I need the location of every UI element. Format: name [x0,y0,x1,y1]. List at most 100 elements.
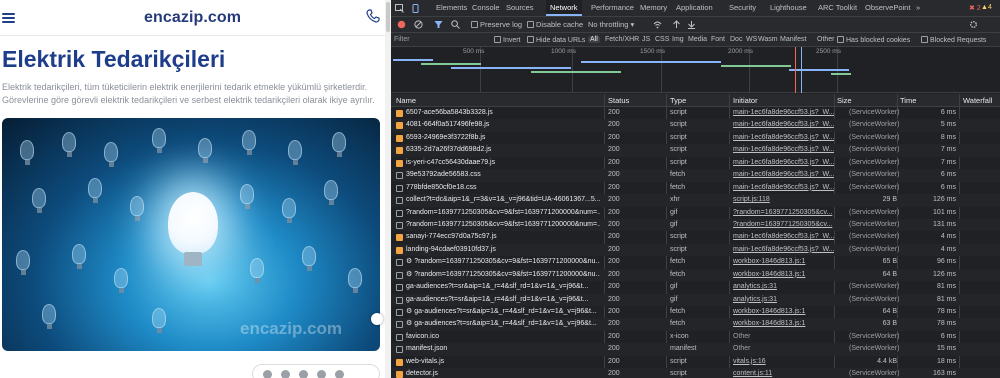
request-initiator[interactable]: main-1ec6fa8de96ccf53.js?_W... [733,244,834,256]
request-initiator[interactable]: script.js:118 [733,194,834,206]
request-name[interactable]: 6507-ace56ba5843b3328.js [406,107,600,119]
tab-memory[interactable]: Memory [640,0,667,16]
request-row[interactable]: 6335-2d7a26f37dd698d2.js 200 script main-1e… [391,144,1000,157]
request-name[interactable]: is-yeri-c47cc56430daae79.js [406,157,600,169]
throttling-select[interactable]: No throttling ▾ [588,20,634,29]
request-name[interactable]: ?random=1639771250305&cv=9&fst=163977120… [406,219,600,231]
request-row[interactable]: 6507-ace56ba5843b3328.js 200 script main-1e… [391,107,1000,119]
tab-console[interactable]: Console [472,0,500,16]
preserve-log-checkbox[interactable]: Preserve log [471,20,522,29]
request-row[interactable]: is-yeri-c47cc56430daae79.js 200 script main… [391,157,1000,169]
request-row[interactable]: ⚙ ga-audiences?t=sr&aip=1&_r=4&slf_rd=1&… [391,306,1000,318]
tab-application[interactable]: Application [676,0,713,16]
request-row[interactable]: web-vitals.js 200 script vitals.js:16 4.4 kB… [391,356,1000,368]
filter-type-js[interactable]: JS [642,36,650,43]
column-type[interactable]: Type [670,96,686,105]
filter-icon[interactable] [434,20,443,29]
request-initiator[interactable]: vitals.js:16 [733,356,834,368]
request-name[interactable]: ⚙ ga-audiences?t=sr&aip=1&_r=4&slf_rd=1&… [406,306,600,318]
hamburger-menu-icon[interactable] [2,13,15,23]
record-icon[interactable] [397,20,406,29]
blocked-cookies-checkbox[interactable]: Has blocked cookies [837,36,910,44]
column-status[interactable]: Status [608,96,629,105]
device-toolbar-icon[interactable] [411,4,420,13]
network-conditions-icon[interactable] [653,20,662,29]
request-name[interactable]: ga-audiences?t=sr&aip=1&_r=4&slf_rd=1&v=… [406,294,600,306]
facebook-icon[interactable] [263,370,272,378]
search-icon[interactable] [451,20,460,29]
linkedin-icon[interactable] [299,370,308,378]
error-count-badge[interactable]: ✖ 2 [969,4,981,12]
request-row[interactable]: sanayi-774ecc97d0a75c97.js 200 script main-… [391,231,1000,243]
request-row[interactable]: manifest.json 200 manifest Other (ServiceWor… [391,343,1000,356]
request-row[interactable]: 39e53792ade56583.css 200 fetch main-1ec6fa8… [391,169,1000,182]
filter-type-css[interactable]: CSS [655,36,669,43]
request-initiator[interactable]: main-1ec6fa8de96ccf53.js?_W... [733,182,834,194]
request-row[interactable]: landing-94cdaef03910fd37.js 200 script main… [391,243,1000,257]
tab-performance[interactable]: Performance [591,0,634,16]
invert-checkbox[interactable]: Invert [494,36,521,44]
request-initiator[interactable]: main-1ec6fa8de96ccf53.js?_W... [733,169,834,181]
request-initiator[interactable]: analytics.js:31 [733,294,834,306]
request-name[interactable]: collect?t=dc&aip=1&_r=3&v=1&_v=j96&tid=U… [406,194,600,206]
request-initiator[interactable]: ?random=1639771250305&cv... [733,207,834,219]
request-name[interactable]: 6593-24969e3f3722f8b.js [406,132,600,144]
request-name[interactable]: ⚙ ga-audiences?t=sr&aip=1&_r=4&slf_rd=1&… [406,318,600,330]
request-initiator[interactable]: ?random=1639771250305&cv... [733,219,834,231]
request-name[interactable]: ga-audiences?t=sr&aip=1&_r=4&slf_rd=1&v=… [406,281,600,293]
request-initiator[interactable]: workbox-1846d813.js:1 [733,306,834,318]
request-name[interactable]: web-vitals.js [406,356,600,368]
column-name[interactable]: Name [396,96,416,105]
request-row[interactable]: 6593-24969e3f3722f8b.js 200 script main-1ec… [391,132,1000,144]
request-initiator[interactable]: workbox-1846d813.js:1 [733,256,834,268]
tab-sources[interactable]: Sources [506,0,534,16]
filter-type-font[interactable]: Font [711,36,725,43]
filter-type-wasm[interactable]: Wasm [758,36,778,43]
request-name[interactable]: landing-94cdaef03910fd37.js [406,244,600,256]
request-row[interactable]: ga-audiences?t=sr&aip=1&_r=4&slf_rd=1&v=… [391,281,1000,293]
filter-type-fetch-xhr[interactable]: Fetch/XHR [605,36,639,43]
request-name[interactable]: detector.js [406,368,600,378]
request-name[interactable]: 39e53792ade56583.css [406,169,600,181]
more-tabs-button[interactable]: » [916,0,920,16]
site-logo[interactable]: encazip.com [144,9,241,27]
request-name[interactable]: 778bfde850cf0e18.css [406,182,600,194]
tab-lighthouse[interactable]: Lighthouse [770,0,807,16]
whatsapp-icon[interactable] [317,370,326,378]
request-row[interactable]: ?random=1639771250305&cv=9&fst=163977120… [391,207,1000,219]
request-name[interactable]: sanayi-774ecc97d0a75c97.js [406,231,600,243]
tab-network[interactable]: Network [546,0,582,16]
import-har-icon[interactable] [672,20,681,29]
column-time[interactable]: Time [900,96,916,105]
settings-gear-icon[interactable] [969,20,978,29]
warning-count-badge[interactable]: ▲4 [981,4,992,11]
request-initiator[interactable]: main-1ec6fa8de96ccf53.js?_W... [733,157,834,169]
filter-type-other[interactable]: Other [817,36,835,43]
request-row[interactable]: detector.js 200 script content.js:11 (Servic… [391,368,1000,378]
request-row[interactable]: collect?t=dc&aip=1&_r=3&v=1&_v=j96&tid=U… [391,194,1000,207]
request-name[interactable]: 4081-664f0a517496fe98.js [406,119,600,131]
hide-data-urls-checkbox[interactable]: Hide data URLs [527,36,585,44]
tab-security[interactable]: Security [729,0,756,16]
tab-observepoint[interactable]: ObservePoint [865,0,910,16]
request-name[interactable]: ⚙ ?random=1639771250305&cv=9&fst=1639771… [406,256,600,268]
request-name[interactable]: ⚙ ?random=1639771250305&cv=9&fst=1639771… [406,269,600,281]
export-har-icon[interactable] [687,20,696,29]
request-initiator[interactable]: workbox-1846d813.js:1 [733,269,834,281]
request-row[interactable]: favicon.ico 200 x-icon Other (ServiceWorker)… [391,331,1000,343]
request-row[interactable]: 4081-664f0a517496fe98.js 200 script main-1e… [391,119,1000,132]
request-name[interactable]: ?random=1639771250305&cv=9&fst=163977120… [406,207,600,219]
request-initiator[interactable]: main-1ec6fa8de96ccf53.js?_W... [733,119,834,131]
filter-type-doc[interactable]: Doc [730,36,742,43]
request-initiator[interactable]: main-1ec6fa8de96ccf53.js?_W... [733,144,834,156]
request-row[interactable]: 778bfde850cf0e18.css 200 fetch main-1ec6fa8… [391,182,1000,194]
filter-type-manifest[interactable]: Manifest [780,36,806,43]
request-row[interactable]: ?random=1639771250305&cv=9&fst=163977120… [391,218,1000,232]
request-initiator[interactable]: main-1ec6fa8de96ccf53.js?_W... [733,107,834,119]
request-name[interactable]: 6335-2d7a26f37dd698d2.js [406,144,600,156]
request-initiator[interactable]: main-1ec6fa8de96ccf53.js?_W... [733,231,834,243]
request-row[interactable]: ⚙ ?random=1639771250305&cv=9&fst=1639771… [391,256,1000,268]
network-overview-timeline[interactable]: 500 ms 1000 ms 1500 ms 2000 ms 2500 ms [391,47,1000,93]
twitter-icon[interactable] [281,370,290,378]
phone-icon[interactable] [366,9,380,23]
